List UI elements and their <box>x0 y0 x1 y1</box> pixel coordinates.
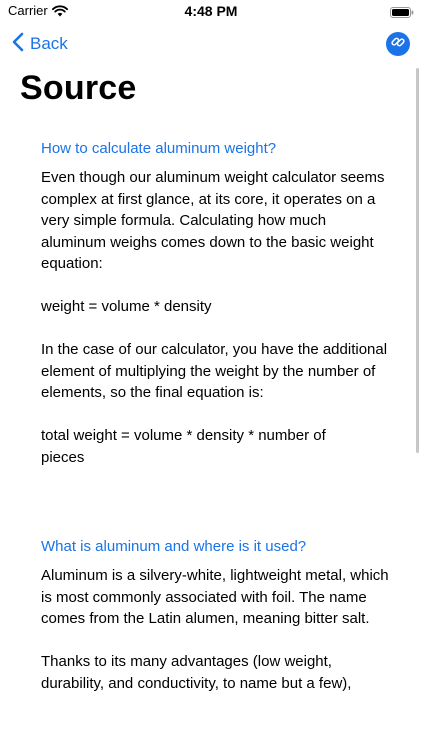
battery-icon <box>390 5 414 18</box>
back-label: Back <box>30 34 68 53</box>
link-icon <box>391 35 405 54</box>
paragraph: Even though our aluminum weight calculat… <box>41 169 385 272</box>
content-area: How to calculate aluminum weight? Even t… <box>41 138 391 694</box>
section-aluminum-uses: What is aluminum and where is it used? A… <box>41 536 391 694</box>
section-weight-calculation: How to calculate aluminum weight? Even t… <box>41 138 391 468</box>
section-heading: How to calculate aluminum weight? <box>41 140 277 157</box>
paragraph: Thanks to its many advantages (low weigh… <box>41 653 352 692</box>
section-heading: What is aluminum and where is it used? <box>41 538 307 555</box>
navigation-bar: Back <box>0 22 422 66</box>
paragraph: weight = volume * density <box>41 298 212 315</box>
page-title: Source <box>20 69 137 107</box>
paragraph: total weight = volume * density * number… <box>41 427 326 466</box>
clock: 4:48 PM <box>184 3 238 19</box>
link-button[interactable] <box>386 32 410 56</box>
paragraph: Aluminum is a silvery-white, lightweight… <box>41 567 389 627</box>
scrollbar[interactable] <box>416 68 419 453</box>
paragraph: In the case of our calculator, you have … <box>41 341 388 401</box>
chevron-left-icon <box>12 32 24 57</box>
status-bar: Carrier 4:48 PM <box>0 0 422 22</box>
back-button[interactable]: Back <box>12 31 68 57</box>
